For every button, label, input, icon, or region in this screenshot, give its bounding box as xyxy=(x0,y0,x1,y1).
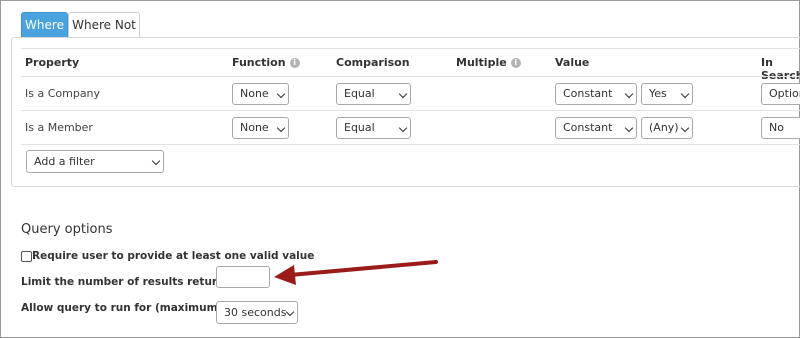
add-filter-label: Add a filter xyxy=(34,155,95,168)
row-divider xyxy=(21,110,800,111)
limit-results-input[interactable] xyxy=(216,266,270,288)
function-select[interactable]: None xyxy=(232,83,289,105)
tab-where[interactable]: Where xyxy=(21,12,68,38)
in-search-select-value: Optional xyxy=(769,87,800,100)
info-icon[interactable]: i xyxy=(510,58,521,68)
comparison-select-value: Equal xyxy=(344,87,375,100)
chevron-down-icon xyxy=(624,123,634,133)
row-divider xyxy=(21,144,800,145)
chevron-down-icon xyxy=(151,156,161,166)
query-options-title: Query options xyxy=(21,222,113,237)
chevron-down-icon xyxy=(398,123,408,133)
function-select[interactable]: None xyxy=(232,117,289,139)
value-select-value: (Any) xyxy=(649,121,679,134)
value-type-select[interactable]: Constant xyxy=(555,83,637,105)
query-time-select-value: 30 seconds xyxy=(224,306,287,319)
chevron-down-icon xyxy=(680,123,690,133)
column-header-multiple: Multiple i xyxy=(456,56,521,69)
in-search-select[interactable]: Optional xyxy=(761,83,800,105)
chevron-down-icon xyxy=(398,89,408,99)
in-search-select[interactable]: No xyxy=(761,117,800,139)
column-header-in-search: In Search xyxy=(761,56,800,82)
function-select-value: None xyxy=(240,121,269,134)
value-select-value: Yes xyxy=(649,87,667,100)
comparison-select-value: Equal xyxy=(344,121,375,134)
tab-where-not[interactable]: Where Not xyxy=(68,12,140,38)
require-value-checkbox[interactable] xyxy=(21,251,32,262)
table-header-divider xyxy=(21,76,800,77)
query-time-select[interactable]: 30 seconds xyxy=(216,301,298,324)
row-property-label: Is a Company xyxy=(25,87,101,100)
value-type-select-value: Constant xyxy=(563,121,613,134)
function-select-value: None xyxy=(240,87,269,100)
chevron-down-icon xyxy=(680,89,690,99)
chevron-down-icon xyxy=(624,89,634,99)
chevron-down-icon xyxy=(276,89,286,99)
allow-query-time-label: Allow query to run for (maximum) xyxy=(21,302,223,314)
chevron-down-icon xyxy=(285,307,295,317)
value-type-select-value: Constant xyxy=(563,87,613,100)
comparison-select[interactable]: Equal xyxy=(336,83,411,105)
comparison-select[interactable]: Equal xyxy=(336,117,411,139)
column-header-multiple-label: Multiple xyxy=(456,56,507,69)
column-header-function-label: Function xyxy=(232,56,286,69)
annotation-arrow-icon xyxy=(274,260,438,285)
add-filter-select[interactable]: Add a filter xyxy=(26,150,164,173)
value-select[interactable]: (Any) xyxy=(641,117,693,139)
column-header-comparison: Comparison xyxy=(336,56,410,69)
column-header-property: Property xyxy=(25,56,80,69)
value-type-select[interactable]: Constant xyxy=(555,117,637,139)
row-property-label: Is a Member xyxy=(25,121,93,134)
table-header-top-divider xyxy=(21,48,800,49)
in-search-select-value: No xyxy=(769,121,784,134)
info-icon[interactable]: i xyxy=(289,58,300,68)
column-header-function: Function i xyxy=(232,56,300,69)
column-header-value: Value xyxy=(555,56,590,69)
chevron-down-icon xyxy=(276,123,286,133)
limit-results-label: Limit the number of results returned xyxy=(21,276,240,288)
value-select[interactable]: Yes xyxy=(641,83,693,105)
